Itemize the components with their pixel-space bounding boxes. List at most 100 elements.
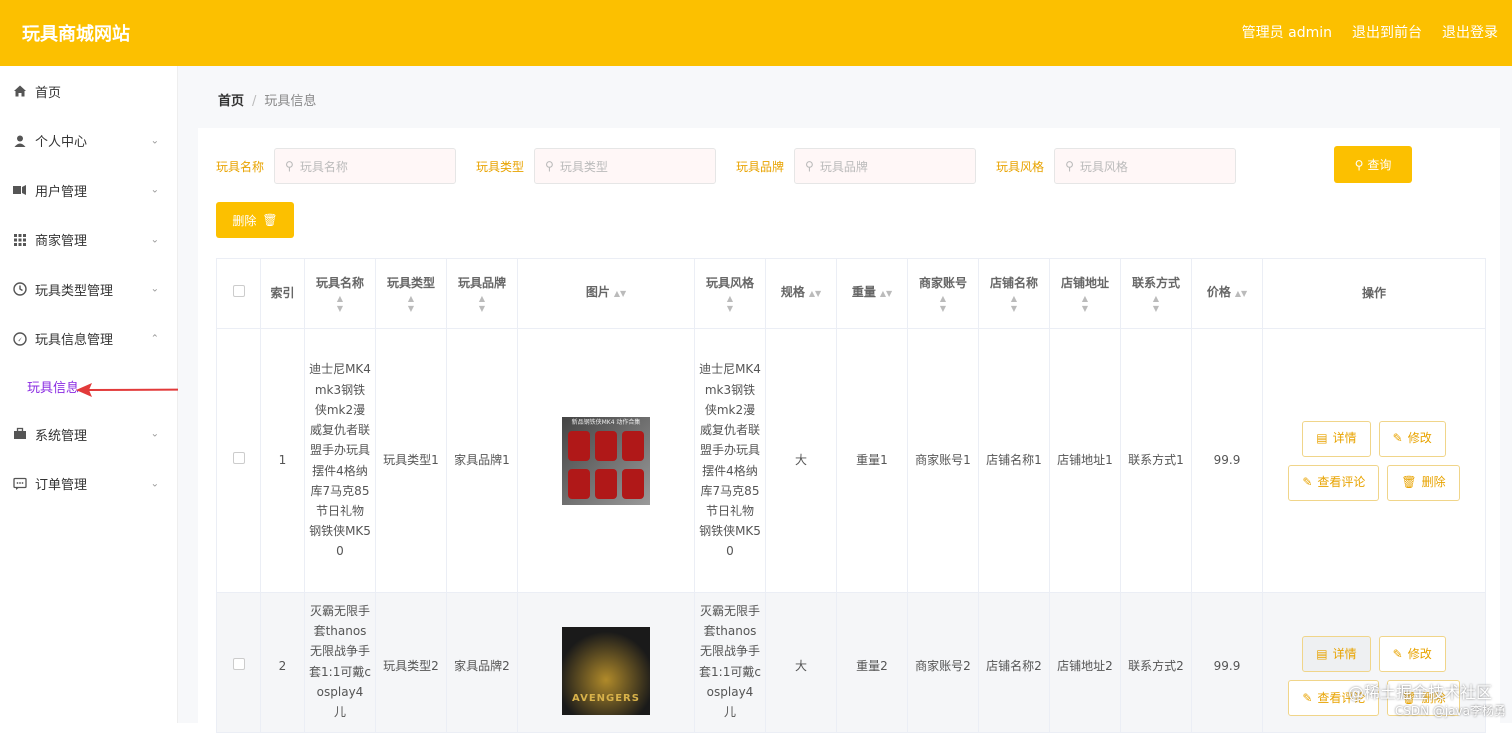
search-input-style[interactable]: ⚲ 玩具风格	[1054, 148, 1236, 184]
col-addr-label: 店铺地址	[1061, 276, 1109, 290]
delete-label: 删除	[1422, 472, 1446, 492]
detail-button[interactable]: ▤ 详情	[1302, 636, 1370, 672]
edit-button[interactable]: ✎修改	[1379, 636, 1446, 672]
sort-icon: ▲▼	[1125, 294, 1187, 314]
sidebar-item-personal[interactable]: 个人中心 ⌄	[0, 116, 177, 166]
detail-label: 详情	[1333, 644, 1357, 664]
sidebar-item-toy-info[interactable]: 玩具信息管理 ⌃	[0, 314, 177, 364]
col-weight[interactable]: 重量▲▼	[837, 259, 908, 329]
breadcrumb-current: 玩具信息	[264, 94, 316, 109]
cell-addr: 店铺地址2	[1050, 593, 1121, 733]
trash-icon: 🗑	[262, 213, 277, 227]
toy-thumbnail[interactable]: AVENGERS	[562, 627, 650, 715]
chevron-down-icon: ⌄	[151, 234, 159, 245]
home-icon	[12, 84, 27, 99]
breadcrumb-separator: /	[252, 94, 256, 109]
row-checkbox[interactable]	[233, 452, 245, 464]
search-icon: ⚲	[1065, 159, 1074, 173]
query-button[interactable]: ⚲查询	[1334, 146, 1412, 183]
chat-icon	[12, 476, 27, 491]
placeholder-style: 玩具风格	[1080, 158, 1128, 175]
row-select-cell	[217, 593, 261, 733]
col-shop[interactable]: 店铺名称▲▼	[979, 259, 1050, 329]
sidebar-item-orders[interactable]: 订单管理 ⌄	[0, 459, 177, 509]
toy-table: 索引 玩具名称▲▼ 玩具类型▲▼ 玩具品牌▲▼ 图片▲▼ 玩具风格▲▼ 规格▲▼…	[216, 258, 1486, 733]
sidebar-item-label: 系统管理	[35, 425, 87, 444]
col-image-label: 图片	[586, 285, 610, 299]
sort-icon: ▲▼	[809, 289, 821, 298]
logout-link[interactable]: 退出登录	[1442, 22, 1498, 42]
search-icon: ⚲	[1355, 158, 1364, 172]
cell-index: 2	[261, 593, 305, 733]
main-content: 首页/玩具信息 玩具名称 ⚲玩具名称 玩具类型 ⚲玩具类型 玩具品牌 ⚲玩具品牌…	[178, 66, 1512, 723]
content-panel: 玩具名称 ⚲玩具名称 玩具类型 ⚲玩具类型 玩具品牌 ⚲玩具品牌 玩具风格 ⚲玩…	[198, 128, 1500, 723]
search-label-name: 玩具名称	[216, 158, 264, 175]
sidebar-item-label: 玩具信息管理	[35, 329, 113, 348]
sidebar-item-system[interactable]: 系统管理 ⌄	[0, 410, 177, 460]
sidebar-item-label: 订单管理	[35, 474, 87, 493]
clock-icon	[12, 282, 27, 297]
table-row: 1 迪士尼MK4mk3钢铁侠mk2漫威复仇者联盟手办玩具摆件4格纳库7马克85节…	[217, 329, 1486, 593]
to-front-link[interactable]: 退出到前台	[1352, 22, 1422, 42]
cell-type: 玩具类型2	[376, 593, 447, 733]
col-name[interactable]: 玩具名称▲▼	[305, 259, 376, 329]
sidebar-item-users[interactable]: 用户管理 ⌄	[0, 166, 177, 216]
watermark-csdn: CSDN @java李杨勇	[1395, 702, 1506, 719]
col-price[interactable]: 价格▲▼	[1192, 259, 1263, 329]
col-image[interactable]: 图片▲▼	[518, 259, 695, 329]
top-header: 玩具商城网站 管理员 admin 退出到前台 退出登录	[0, 0, 1512, 66]
sort-icon: ▲▼	[699, 294, 761, 314]
cell-image: 新品钢铁侠MK4 动作合集	[518, 329, 695, 593]
col-type[interactable]: 玩具类型▲▼	[376, 259, 447, 329]
col-index: 索引	[261, 259, 305, 329]
sort-icon: ▲▼	[880, 289, 892, 298]
doc-icon: ▤	[1316, 644, 1327, 664]
search-form: 玩具名称 ⚲玩具名称 玩具类型 ⚲玩具类型 玩具品牌 ⚲玩具品牌 玩具风格 ⚲玩…	[216, 148, 1256, 184]
search-input-name[interactable]: ⚲玩具名称	[274, 148, 456, 184]
detail-button[interactable]: ▤详情	[1302, 421, 1370, 457]
cell-spec: 大	[766, 329, 837, 593]
col-style[interactable]: 玩具风格▲▼	[695, 259, 766, 329]
sidebar-item-merchants[interactable]: 商家管理 ⌄	[0, 215, 177, 265]
breadcrumb-home[interactable]: 首页	[218, 94, 244, 109]
search-icon: ⚲	[545, 159, 554, 173]
col-spec[interactable]: 规格▲▼	[766, 259, 837, 329]
search-input-type[interactable]: ⚲玩具类型	[534, 148, 716, 184]
cell-style: 迪士尼MK4mk3钢铁侠mk2漫威复仇者联盟手办玩具摆件4格纳库7马克85节日礼…	[695, 329, 766, 593]
col-merchant[interactable]: 商家账号▲▼	[908, 259, 979, 329]
edit-button[interactable]: ✎修改	[1379, 421, 1446, 457]
row-select-cell	[217, 329, 261, 593]
cell-weight: 重量2	[837, 593, 908, 733]
col-brand-label: 玩具品牌	[458, 276, 506, 290]
col-addr[interactable]: 店铺地址 ▲▼	[1050, 259, 1121, 329]
search-label-style: 玩具风格	[996, 158, 1044, 175]
cell-name: 灭霸无限手套thanos无限战争手套1:1可戴cosplay4 儿	[305, 593, 376, 733]
review-button[interactable]: ✎查看评论	[1288, 465, 1379, 501]
chevron-down-icon: ⌄	[151, 429, 159, 440]
sidebar-item-home[interactable]: 首页	[0, 66, 177, 116]
cell-index: 1	[261, 329, 305, 593]
delete-button[interactable]: 🗑删除	[1387, 465, 1459, 501]
site-brand: 玩具商城网站	[22, 20, 130, 46]
search-icon: ⚲	[805, 159, 814, 173]
toy-thumbnail[interactable]: 新品钢铁侠MK4 动作合集	[562, 417, 650, 505]
cell-shop: 店铺名称2	[979, 593, 1050, 733]
thumbnail-title: AVENGERS	[562, 689, 650, 709]
cell-image: AVENGERS	[518, 593, 695, 733]
col-contact[interactable]: 联系方式▲▼	[1121, 259, 1192, 329]
row-checkbox[interactable]	[233, 658, 245, 670]
batch-delete-button[interactable]: 删除🗑	[216, 202, 294, 238]
sort-icon: ▲▼	[1054, 294, 1116, 314]
search-input-brand[interactable]: ⚲玩具品牌	[794, 148, 976, 184]
col-brand[interactable]: 玩具品牌▲▼	[447, 259, 518, 329]
sidebar-item-label: 用户管理	[35, 181, 87, 200]
search-label-brand: 玩具品牌	[736, 158, 784, 175]
compass-icon	[12, 331, 27, 346]
col-price-label: 价格	[1207, 285, 1231, 299]
placeholder-name: 玩具名称	[300, 158, 348, 175]
select-all-checkbox[interactable]	[233, 285, 245, 297]
admin-label[interactable]: 管理员 admin	[1242, 22, 1332, 42]
sidebar-item-toy-types[interactable]: 玩具类型管理 ⌄	[0, 265, 177, 315]
cell-shop: 店铺名称1	[979, 329, 1050, 593]
sidebar-item-label: 首页	[35, 82, 61, 101]
